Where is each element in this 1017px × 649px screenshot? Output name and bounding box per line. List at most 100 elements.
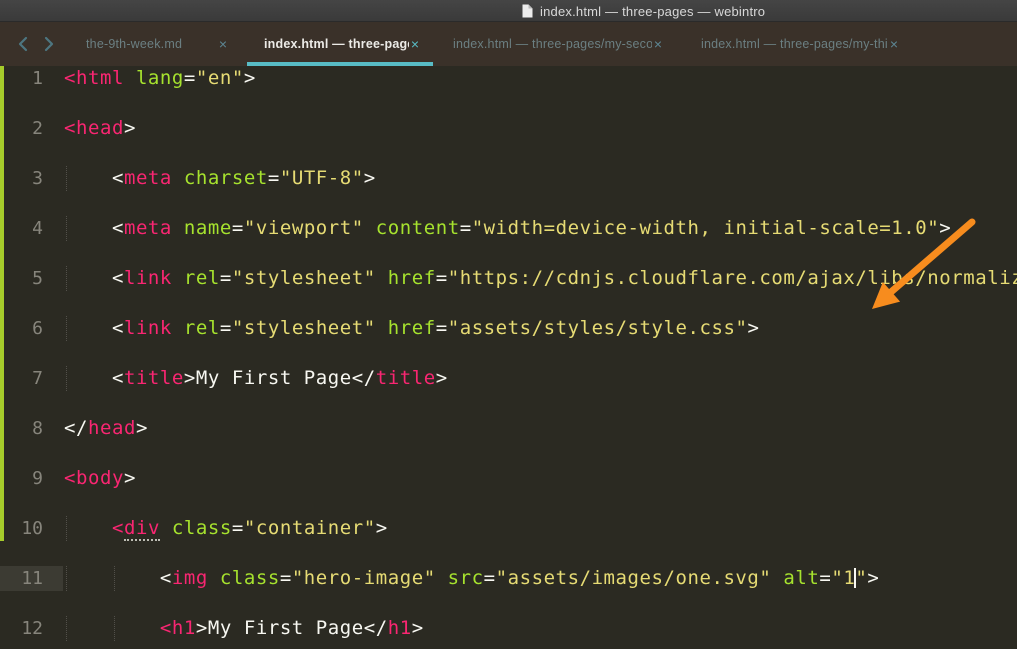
code-line[interactable]: 1 <html lang="en"> bbox=[0, 66, 1017, 91]
code-text: <img class="hero-image" src="assets/imag… bbox=[64, 566, 879, 591]
code-line[interactable]: 7 <title>My First Page</title> bbox=[0, 366, 1017, 391]
code-token: = bbox=[219, 267, 232, 289]
code-token: < bbox=[64, 267, 124, 289]
close-icon[interactable]: × bbox=[888, 37, 900, 51]
code-token: head bbox=[87, 417, 136, 439]
code-token: "https://cdnjs.cloudflare.com/ajax/libs/… bbox=[447, 267, 1017, 289]
code-line[interactable]: 9 <body> bbox=[0, 466, 1017, 491]
code-token: = bbox=[183, 67, 196, 89]
code-token: title bbox=[375, 367, 436, 389]
code-token: alt bbox=[771, 567, 820, 589]
code-token: = bbox=[231, 217, 244, 239]
line-number: 1 bbox=[32, 68, 43, 89]
tab-3[interactable]: index.html — three-pages/my-second-page× bbox=[440, 22, 676, 66]
code-token: rel bbox=[171, 317, 220, 339]
code-text: <meta charset="UTF-8"> bbox=[64, 166, 376, 191]
code-token: src bbox=[435, 567, 484, 589]
code-token: < bbox=[64, 567, 172, 589]
close-icon[interactable]: × bbox=[652, 37, 664, 51]
code-token: "assets/styles/style.css" bbox=[447, 317, 748, 339]
code-token: > bbox=[135, 417, 148, 439]
code-line[interactable]: 5 <link rel="stylesheet" href="https://c… bbox=[0, 266, 1017, 291]
line-number: 10 bbox=[21, 518, 43, 539]
code-token: = bbox=[819, 567, 832, 589]
code-token: <html bbox=[64, 67, 124, 89]
code-token: "assets/images/one.svg" bbox=[495, 567, 772, 589]
code-text: <h1>My First Page</h1> bbox=[64, 616, 424, 641]
code-text: <html lang="en"> bbox=[64, 66, 256, 91]
forward-arrow-icon bbox=[44, 36, 54, 52]
code-token: = bbox=[279, 567, 292, 589]
tab-label: the-9th-week.md bbox=[86, 37, 183, 51]
code-token: meta bbox=[123, 217, 172, 239]
code-token: "stylesheet" bbox=[231, 317, 376, 339]
tab-4[interactable]: index.html — three-pages/my-third-page× bbox=[688, 22, 912, 66]
code-token: < bbox=[64, 167, 124, 189]
tab-label: index.html — three-pages/my-second-page bbox=[453, 37, 652, 51]
code-token: < bbox=[111, 517, 124, 539]
code-text: <link rel="stylesheet" href="https://cdn… bbox=[64, 266, 1017, 291]
code-line[interactable]: 8 </head> bbox=[0, 416, 1017, 441]
code-line[interactable]: 3 <meta charset="UTF-8"> bbox=[0, 166, 1017, 191]
back-button[interactable] bbox=[16, 32, 30, 56]
code-token: "width=device-width, initial-scale=1.0" bbox=[471, 217, 940, 239]
code-token: class bbox=[159, 517, 232, 539]
code-token: = bbox=[231, 517, 244, 539]
code-token: img bbox=[171, 567, 208, 589]
line-number: 11 bbox=[21, 568, 43, 589]
line-number: 4 bbox=[32, 218, 43, 239]
code-line[interactable]: 10 <div class="container"> bbox=[0, 516, 1017, 541]
code-token: "viewport" bbox=[243, 217, 364, 239]
code-text: <head> bbox=[64, 116, 136, 141]
code-token: div bbox=[123, 517, 160, 541]
code-token: charset bbox=[171, 167, 268, 189]
code-line[interactable]: 12 <h1>My First Page</h1> bbox=[0, 616, 1017, 641]
code-token: = bbox=[219, 317, 232, 339]
code-token: title bbox=[123, 367, 184, 389]
code-token: name bbox=[171, 217, 232, 239]
code-token: = bbox=[483, 567, 496, 589]
tab-bar: the-9th-week.md × index.html — three-pages… bbox=[0, 22, 1017, 66]
line-number: 7 bbox=[32, 368, 43, 389]
code-line[interactable]: 2 <head> bbox=[0, 116, 1017, 141]
code-token: <body bbox=[64, 467, 124, 489]
code-token: > bbox=[243, 67, 256, 89]
code-editor[interactable]: 1 <html lang="en"> 2 <head> 3 <meta charset=… bbox=[0, 66, 1017, 649]
line-number: 6 bbox=[32, 318, 43, 339]
tab-2[interactable]: index.html — three-pages × bbox=[247, 22, 433, 66]
editor-window: index.html — three-pages — webintro the-… bbox=[0, 0, 1017, 649]
code-token: "1 bbox=[831, 567, 856, 589]
code-token: "stylesheet" bbox=[231, 267, 376, 289]
code-token: > bbox=[867, 567, 880, 589]
code-token: >My First Page</ bbox=[195, 617, 388, 639]
close-icon[interactable]: × bbox=[409, 37, 421, 51]
code-text: <body> bbox=[64, 466, 136, 491]
line-number: 5 bbox=[32, 268, 43, 289]
code-token: content bbox=[363, 217, 460, 239]
code-token: <h1 bbox=[159, 617, 196, 639]
code-token: > bbox=[123, 467, 136, 489]
code-token: > bbox=[435, 367, 448, 389]
code-token: >My First Page</ bbox=[183, 367, 376, 389]
tab-1[interactable]: the-9th-week.md × bbox=[66, 22, 241, 66]
code-token: meta bbox=[123, 167, 172, 189]
code-token: h1 bbox=[387, 617, 412, 639]
code-token: "container" bbox=[243, 517, 376, 539]
close-icon[interactable]: × bbox=[217, 37, 229, 51]
code-token: "hero-image" bbox=[291, 567, 436, 589]
code-line[interactable]: 6 <link rel="stylesheet" href="assets/st… bbox=[0, 316, 1017, 341]
forward-button[interactable] bbox=[42, 32, 56, 56]
code-token: "en" bbox=[195, 67, 244, 89]
code-token: class bbox=[207, 567, 280, 589]
code-token: link bbox=[123, 317, 172, 339]
code-token: < bbox=[64, 367, 124, 389]
code-line[interactable]: 11 <img class="hero-image" src="assets/i… bbox=[0, 566, 1017, 591]
code-token: " bbox=[855, 567, 868, 589]
code-token: href bbox=[375, 317, 436, 339]
code-token: > bbox=[411, 617, 424, 639]
line-number: 3 bbox=[32, 168, 43, 189]
code-line[interactable]: 4 <meta name="viewport" content="width=d… bbox=[0, 216, 1017, 241]
code-token: = bbox=[435, 317, 448, 339]
